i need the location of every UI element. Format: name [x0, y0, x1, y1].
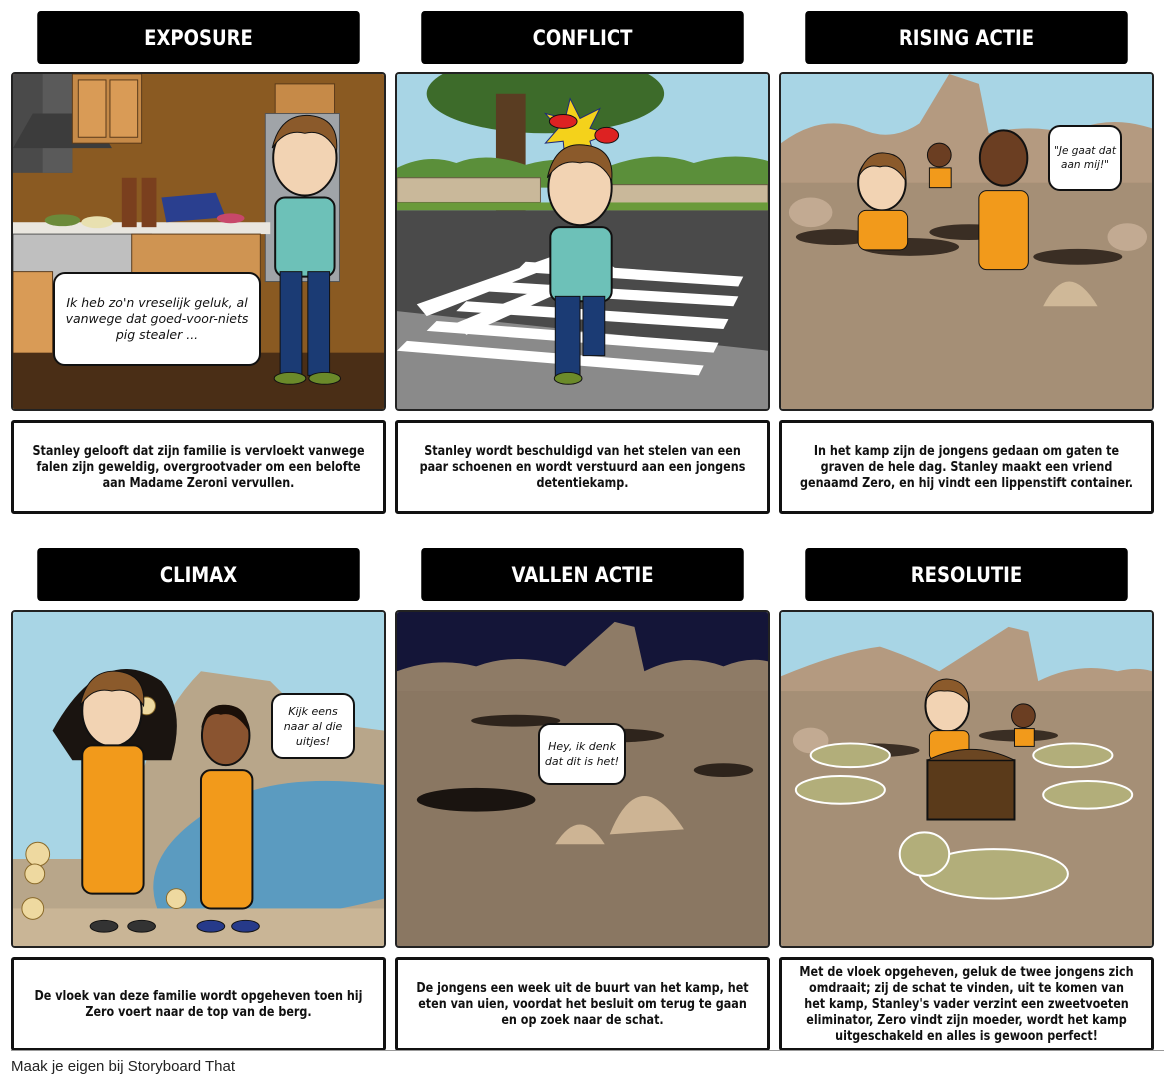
speech-text: "Je gaat dat aan mij!" — [1054, 145, 1116, 171]
caption-text: De jongens een week uit de buurt van het… — [416, 980, 749, 1028]
caption-text: In het kamp zijn de jongens gedaan om ga… — [800, 443, 1133, 491]
panel-title: Rising Actie — [805, 11, 1128, 64]
panel-title: Conflict — [421, 11, 744, 64]
speech-bubble: "Je gaat dat aan mij!" — [1048, 125, 1122, 191]
panel-title: Vallen Actie — [421, 548, 744, 601]
panel-title: Climax — [37, 548, 360, 601]
panel-caption: De vloek van deze familie wordt opgeheve… — [11, 957, 386, 1051]
panel-title: Resolutie — [805, 548, 1128, 601]
footer-link[interactable]: Maak je eigen bij Storyboard That — [11, 1058, 235, 1075]
panel-title: Exposure — [37, 11, 360, 64]
panel-caption: In het kamp zijn de jongens gedaan om ga… — [779, 420, 1154, 514]
caption-text: Met de vloek opgeheven, geluk de twee jo… — [799, 964, 1134, 1044]
footer-divider — [11, 1050, 1164, 1051]
caption-text: Stanley wordt beschuldigd van het stelen… — [419, 443, 746, 491]
panel-caption: Stanley wordt beschuldigd van het stelen… — [395, 420, 770, 514]
panel-scene-lizards-chest — [779, 610, 1154, 948]
speech-text: Kijk eens naar al die uitjes! — [283, 704, 343, 748]
speech-bubble: Kijk eens naar al die uitjes! — [271, 693, 355, 759]
panel-scene-street — [395, 72, 770, 411]
panel-caption: Stanley gelooft dat zijn familie is verv… — [11, 420, 386, 514]
speech-bubble: Hey, ik denk dat dit is het! — [538, 723, 626, 785]
panel-scene-kitchen: Ik heb zo'n vreselijk geluk, al vanwege … — [11, 72, 386, 411]
panel-caption: De jongens een week uit de buurt van het… — [395, 957, 770, 1051]
panel-scene-desert-night: Hey, ik denk dat dit is het! — [395, 610, 770, 948]
panel-caption: Met de vloek opgeheven, geluk de twee jo… — [779, 957, 1154, 1051]
panel-scene-cave-onions: Kijk eens naar al die uitjes! — [11, 610, 386, 948]
caption-text: De vloek van deze familie wordt opgeheve… — [34, 988, 363, 1020]
speech-text: Hey, ik denk dat dit is het! — [544, 740, 620, 768]
caption-text: Stanley gelooft dat zijn familie is verv… — [32, 443, 365, 491]
panel-scene-desert-holes: "Je gaat dat aan mij!" — [779, 72, 1154, 411]
speech-bubble: Ik heb zo'n vreselijk geluk, al vanwege … — [53, 272, 261, 366]
speech-text: Ik heb zo'n vreselijk geluk, al vanwege … — [65, 295, 249, 342]
